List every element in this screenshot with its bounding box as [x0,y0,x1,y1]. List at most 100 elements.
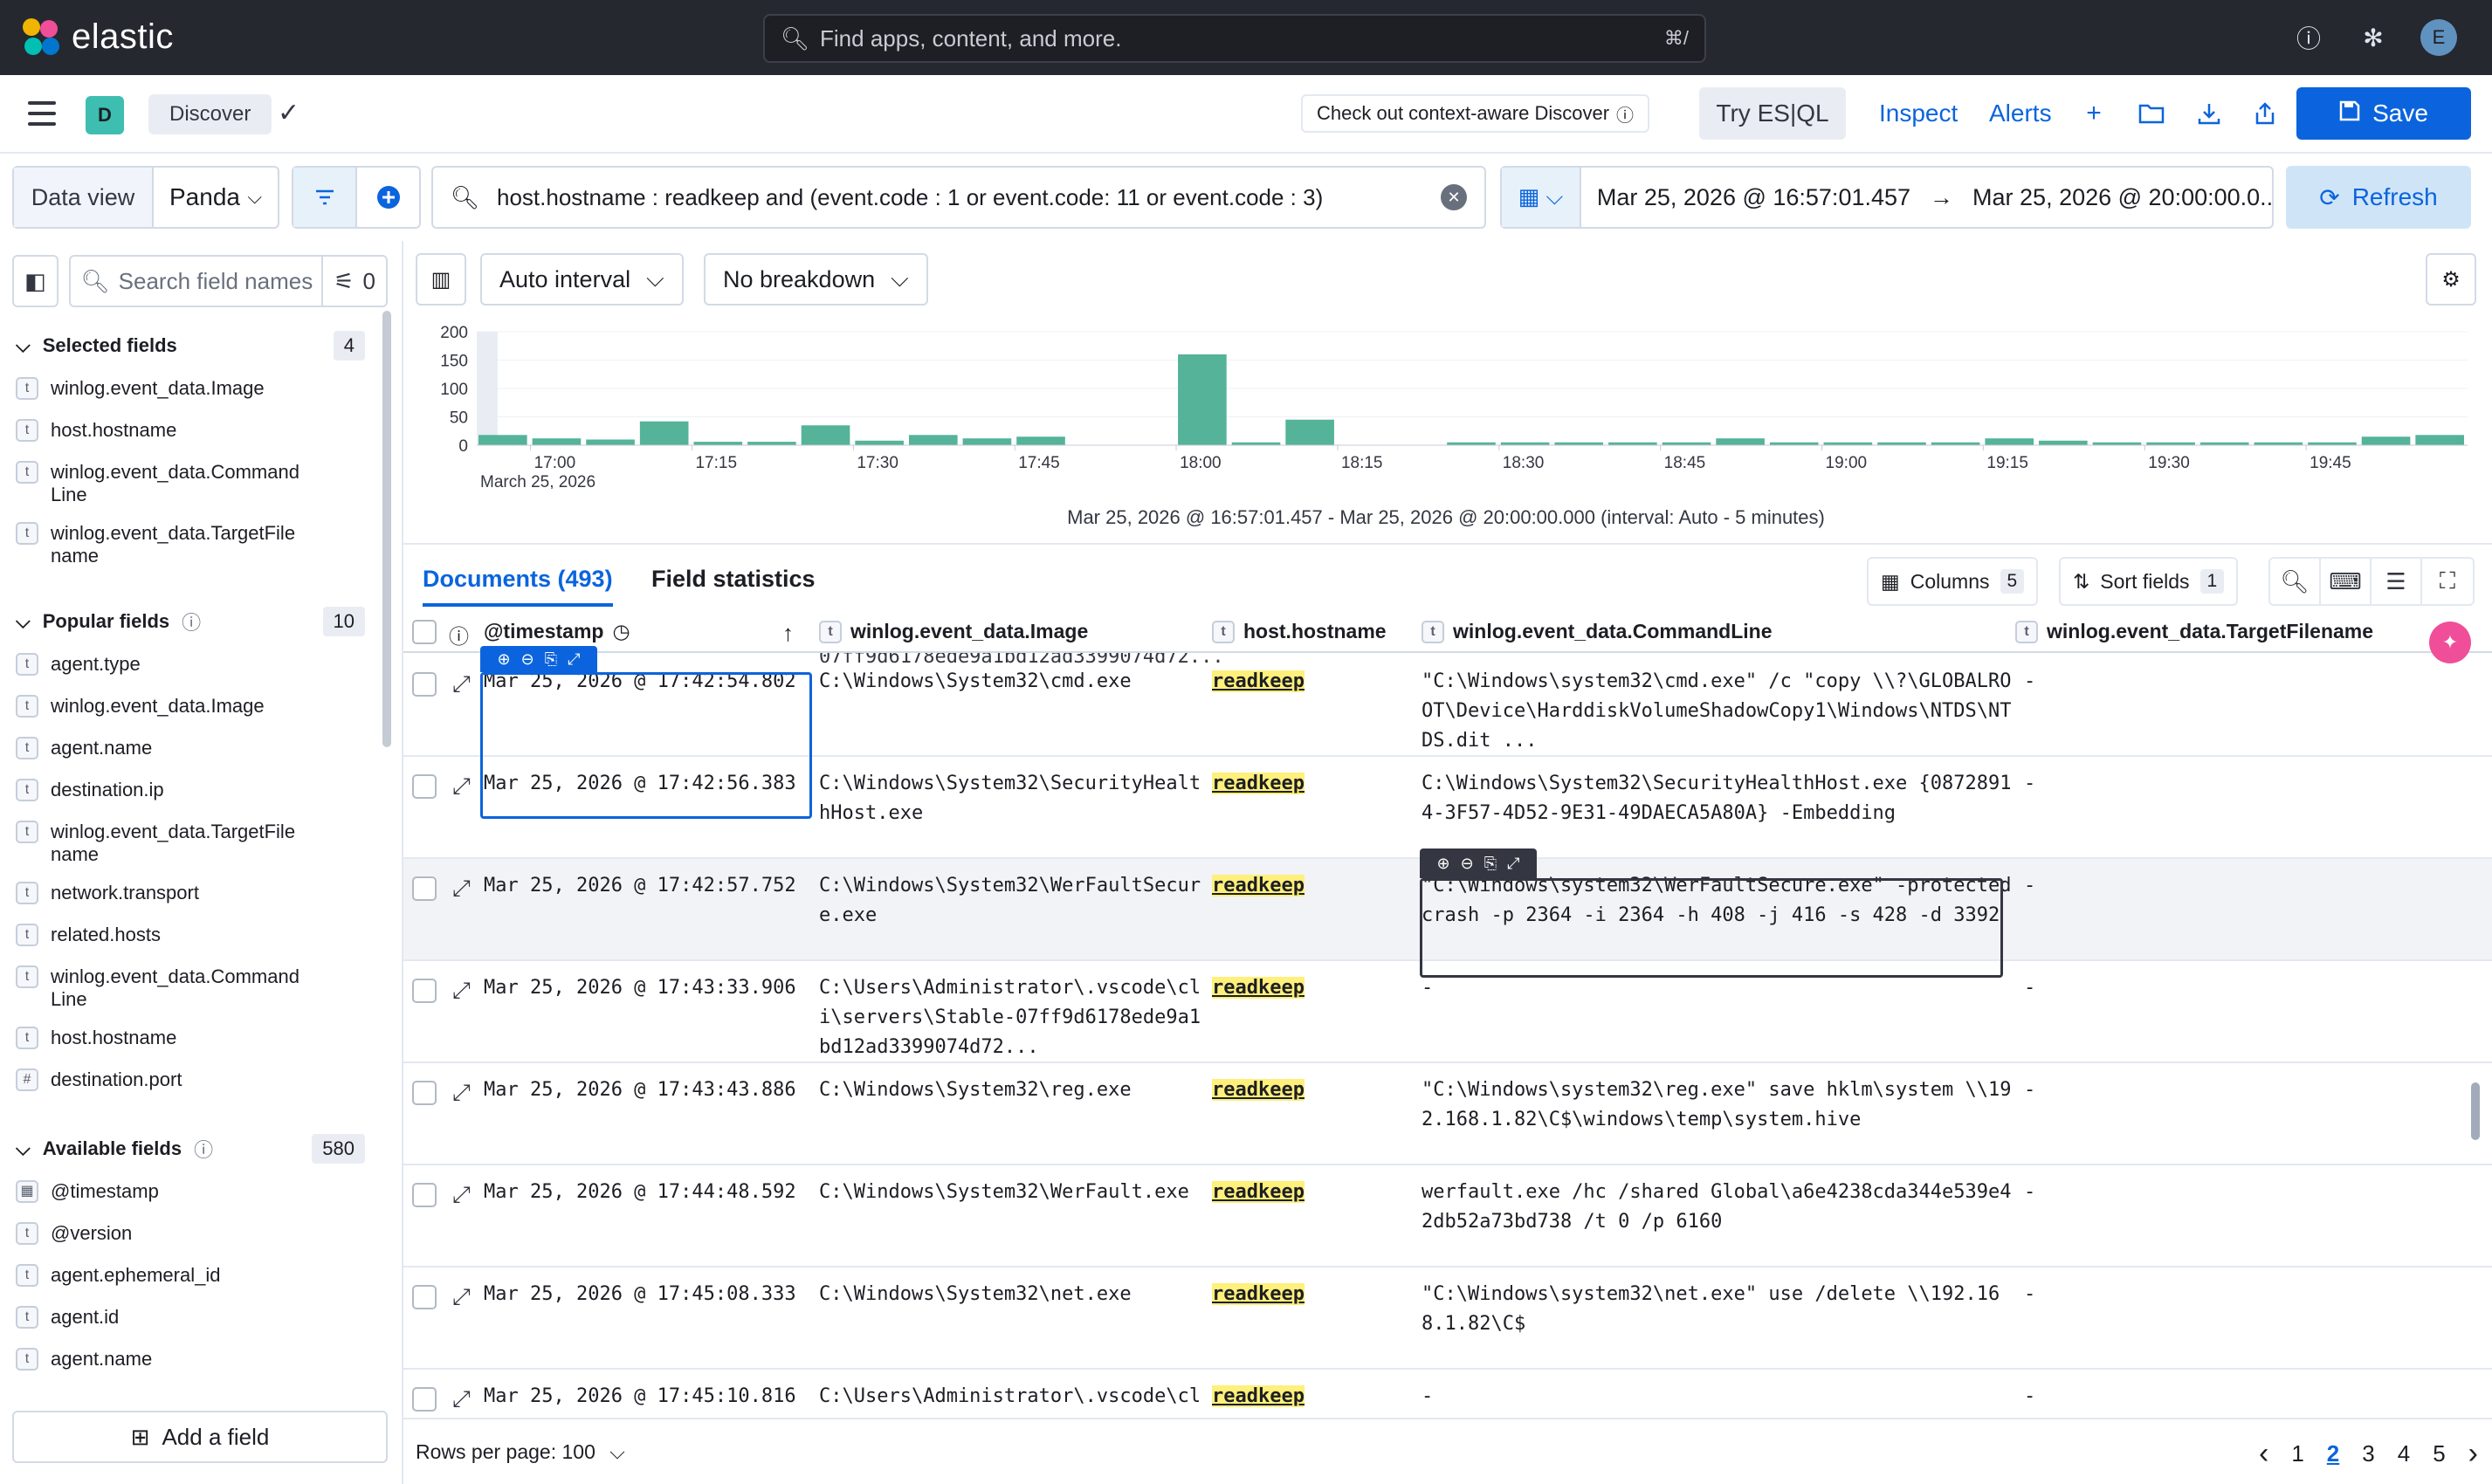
sort-fields-button[interactable]: ⇅ Sort fields 1 [2059,557,2239,606]
histogram-bar[interactable] [639,421,689,445]
histogram-bar[interactable] [747,442,796,445]
interval-select[interactable]: Auto interval ⌵ [480,253,684,306]
field-item[interactable]: t network.transport [16,882,365,904]
field-item[interactable]: t winlog.event_data.Image [16,377,365,400]
hostname-cell[interactable]: readkeep [1212,769,1305,799]
new-icon[interactable]: + [2076,96,2111,131]
field-search-input[interactable]: 🔍︎ Search field names ⚟ 0 [68,255,388,307]
timestamp-cell[interactable]: Mar 25, 2026 @ 17:43:43.886 [484,1075,796,1105]
collapse-sidebar-icon[interactable]: ◧ [12,255,59,307]
timestamp-cell[interactable]: Mar 25, 2026 @ 17:45:08.333 [484,1280,796,1309]
column-header-targetfilename[interactable]: t winlog.event_data.TargetFilename [2015,620,2373,643]
grid-search-icon[interactable]: 🔍︎ [2270,559,2321,604]
image-cell[interactable]: C:\Windows\System32\WerFaultSecure.exe [819,871,1203,931]
tab-field-statistics[interactable]: Field statistics [651,566,816,603]
histogram-bar[interactable] [693,442,743,445]
histogram-bar[interactable] [1285,419,1334,445]
image-cell[interactable]: C:\Users\Administrator\.vscode\cl [819,1382,1203,1412]
tab-documents[interactable]: Documents (493) [423,566,613,607]
menu-icon[interactable] [28,101,56,126]
filter-menu-icon[interactable] [293,168,357,227]
targetfilename-cell[interactable]: - [2024,973,2035,1003]
field-item[interactable]: t destination.ip [16,779,365,801]
row-checkbox[interactable] [412,1285,437,1309]
alerts-link[interactable]: Alerts [1989,100,2052,127]
display-settings-icon[interactable]: ☰ [2372,559,2422,604]
share-icon[interactable] [2248,96,2282,131]
commandline-cell[interactable]: C:\Windows\System32\SecurityHealthHost.e… [1422,769,2015,828]
timestamp-cell[interactable]: Mar 25, 2026 @ 17:44:48.592 [484,1178,796,1207]
copy-icon[interactable]: ⎘ [545,650,557,669]
field-item[interactable]: t agent.ephemeral_id [16,1264,365,1287]
date-picker[interactable]: ▦ ⌵ Mar 25, 2026 @ 16:57:01.457 → Mar 25… [1500,166,2274,229]
popular-fields-header[interactable]: ⌵ Popular fields ⓘ 10 [16,604,365,639]
column-header-image[interactable]: t winlog.event_data.Image [819,620,1088,643]
toggle-chart-icon[interactable]: ▥ [416,253,466,306]
histogram-bar[interactable] [1178,354,1227,445]
hostname-cell[interactable]: readkeep [1212,1382,1305,1412]
histogram-bar[interactable] [586,439,635,446]
rows-per-page-select[interactable]: Rows per page: 100 ⌵ [416,1440,625,1464]
histogram-bar[interactable] [2415,435,2464,445]
field-item[interactable]: t agent.type [16,653,365,676]
field-item[interactable]: t winlog.event_data.Image [16,695,365,718]
user-avatar[interactable]: E [2420,19,2457,56]
column-header-hostname[interactable]: t host.hostname [1212,620,1387,643]
image-cell[interactable]: C:\Users\Administrator\.vscode\cli\serve… [819,973,1203,1062]
targetfilename-cell[interactable]: - [2024,1382,2035,1412]
targetfilename-cell[interactable]: - [2024,1075,2035,1105]
clear-query-icon[interactable]: ✕ [1441,184,1467,210]
histogram-bar[interactable] [855,440,904,445]
table-scrollbar[interactable] [2471,1082,2480,1140]
histogram-bar[interactable] [1985,438,2034,445]
row-checkbox[interactable] [412,1081,437,1105]
row-checkbox[interactable] [412,774,437,799]
chevron-right-icon[interactable]: › [2468,1437,2478,1471]
breadcrumb[interactable]: Discover [148,94,272,134]
field-item[interactable]: t host.hostname [16,419,365,442]
image-cell[interactable]: C:\Windows\System32\cmd.exe [819,667,1203,697]
targetfilename-cell[interactable]: - [2024,1280,2035,1309]
commandline-cell[interactable]: "C:\Windows\system32\net.exe" use /delet… [1422,1280,2015,1339]
cell-actions-timestamp[interactable]: ⊕ ⊖ ⎘ ⤢ [480,646,597,672]
field-item[interactable]: t agent.name [16,737,365,759]
field-item[interactable]: t winlog.event_data.TargetFilename [16,821,365,866]
commandline-cell[interactable]: "C:\Windows\system32\reg.exe" save hklm\… [1422,1075,2015,1135]
row-checkbox[interactable] [412,979,437,1003]
refresh-button[interactable]: ⟳ Refresh [2286,166,2471,229]
commandline-cell[interactable]: "C:\Windows\system32\cmd.exe" /c "copy \… [1422,667,2015,756]
histogram-bar[interactable] [962,438,1012,445]
global-search-input[interactable]: 🔍︎ Find apps, content, and more. ⌘/ [763,14,1706,63]
expand-row-icon[interactable]: ⤢ [452,771,471,800]
fullscreen-icon[interactable]: ⛶ [2422,559,2473,604]
save-button[interactable]: Save [2296,87,2471,140]
image-cell[interactable]: C:\Windows\System32\WerFault.exe [819,1178,1203,1207]
row-checkbox[interactable] [412,672,437,697]
selected-fields-header[interactable]: ⌵ Selected fields 4 [16,328,365,363]
field-item[interactable]: t @version [16,1222,365,1245]
page-link[interactable]: 5 [2433,1440,2445,1467]
commandline-cell[interactable]: werfault.exe /hc /shared Global\a6e4238c… [1422,1178,2015,1237]
field-item[interactable]: t winlog.event_data.CommandLine [16,965,365,1011]
cell-actions-commandline[interactable]: ⊕ ⊖ ⎘ ⤢ [1420,848,1537,878]
hostname-cell[interactable]: readkeep [1212,667,1305,697]
add-filter-icon[interactable] [357,168,419,227]
page-link[interactable]: 3 [2362,1440,2374,1467]
commandline-cell[interactable]: - [1422,1382,2015,1412]
timestamp-cell[interactable]: Mar 25, 2026 @ 17:43:33.906 [484,973,796,1003]
news-icon[interactable]: ✻ [2356,20,2391,55]
breakdown-select[interactable]: No breakdown ⌵ [704,253,928,306]
columns-button[interactable]: ▦ Columns 5 [1867,557,2039,606]
hostname-cell[interactable]: readkeep [1212,973,1305,1003]
table-row[interactable]: ⤢ Mar 25, 2026 @ 17:45:10.816 C:\Users\Adm… [403,1370,2492,1418]
chevron-left-icon[interactable]: ‹ [2259,1437,2268,1471]
histogram-chart[interactable]: 200 150 100 50 0 17:00 17:15 17:30 17:45 18:00 18:… [416,314,2485,491]
elastic-logo[interactable]: elastic [23,17,174,57]
context-aware-discover-button[interactable]: Check out context-aware Discover ⓘ [1301,94,1650,133]
calendar-icon[interactable]: ▦ ⌵ [1502,168,1581,227]
copy-icon[interactable]: ⎘ [1484,855,1497,873]
histogram-bar[interactable] [532,438,582,445]
help-icon[interactable]: ⓘ [2291,20,2326,55]
data-view-picker[interactable]: Data view Panda ⌵ [12,166,279,229]
timestamp-cell[interactable]: Mar 25, 2026 @ 17:42:57.752 [484,871,796,901]
